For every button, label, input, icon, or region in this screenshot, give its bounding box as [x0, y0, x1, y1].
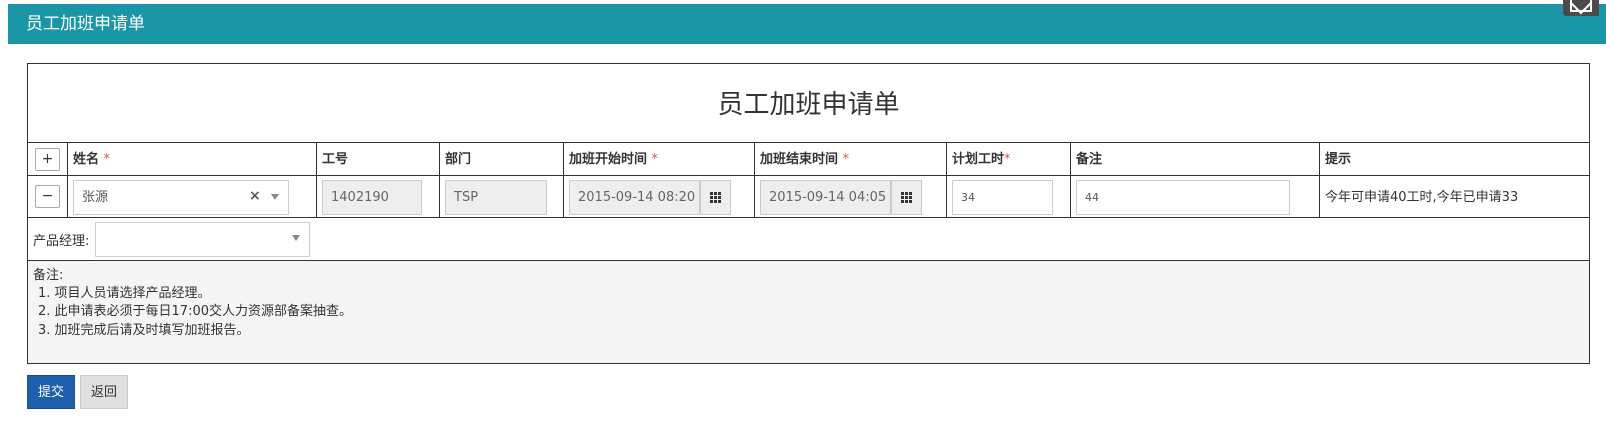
divider [439, 142, 440, 217]
department-field[interactable]: TSP [445, 180, 547, 215]
calendar-grid-icon [900, 191, 913, 204]
manager-select[interactable] [95, 222, 310, 257]
back-button[interactable]: 返回 [80, 375, 128, 409]
divider [946, 142, 947, 217]
start-time-field[interactable]: 2015-09-14 08:20 [569, 180, 700, 215]
divider [28, 217, 1589, 218]
divider [1319, 142, 1320, 217]
required-mark: * [1004, 152, 1011, 167]
column-header-department: 部门 [445, 152, 472, 167]
column-header-hint: 提示 [1325, 152, 1352, 167]
column-header-employee-id: 工号 [322, 152, 349, 167]
end-time-calendar-button[interactable] [891, 180, 922, 215]
note-item: 3. 加班完成后请及时填写加班报告。 [38, 323, 250, 338]
required-mark: * [103, 152, 111, 167]
overtime-form: 员工加班申请单 + 姓名 * 工号 部门 加班开始时间 * 加班结束时间 * 计… [27, 63, 1590, 364]
clear-x-icon[interactable]: × [249, 188, 261, 204]
column-header-start-time: 加班开始时间 * [569, 152, 659, 167]
quota-hint: 今年可申请40工时,今年已申请33 [1325, 190, 1519, 205]
add-row-button[interactable]: + [35, 148, 60, 171]
column-header-planned-hours: 计划工时* [952, 152, 1011, 167]
divider [1070, 142, 1071, 217]
required-mark: * [842, 152, 850, 167]
chevron-down-icon[interactable] [271, 194, 279, 200]
note-item: 2. 此申请表必须于每日17:00交人力资源部备案抽查。 [38, 304, 352, 319]
manager-label: 产品经理: [33, 234, 90, 249]
divider [316, 142, 317, 217]
column-header-remark: 备注 [1076, 152, 1103, 167]
name-select-value: 张源 [82, 190, 109, 205]
start-time-calendar-button[interactable] [700, 180, 731, 215]
planned-hours-field[interactable]: 34 [952, 180, 1053, 215]
column-header-name: 姓名 * [73, 152, 111, 167]
chevron-down-icon[interactable] [292, 235, 300, 241]
remove-row-button[interactable]: − [35, 185, 60, 208]
note-item: 1. 项目人员请选择产品经理。 [38, 286, 211, 301]
required-mark: * [651, 152, 659, 167]
remark-field[interactable]: 44 [1076, 180, 1290, 215]
divider [754, 142, 755, 217]
employee-id-field[interactable]: 1402190 [322, 180, 422, 215]
divider [563, 142, 564, 217]
column-header-end-time: 加班结束时间 * [760, 152, 850, 167]
submit-button[interactable]: 提交 [27, 375, 75, 409]
notes-section: 备注: 1. 项目人员请选择产品经理。 2. 此申请表必须于每日17:00交人力… [28, 261, 1589, 363]
end-time-field[interactable]: 2015-09-14 04:05 [760, 180, 891, 215]
calendar-grid-icon [709, 191, 722, 204]
page-header-title: 员工加班申请单 [26, 14, 145, 34]
notes-title: 备注: [33, 268, 64, 283]
form-title: 员工加班申请单 [717, 90, 900, 120]
mail-icon[interactable] [1563, 0, 1599, 16]
page-header-bar: 员工加班申请单 [8, 4, 1606, 44]
divider [67, 142, 68, 217]
